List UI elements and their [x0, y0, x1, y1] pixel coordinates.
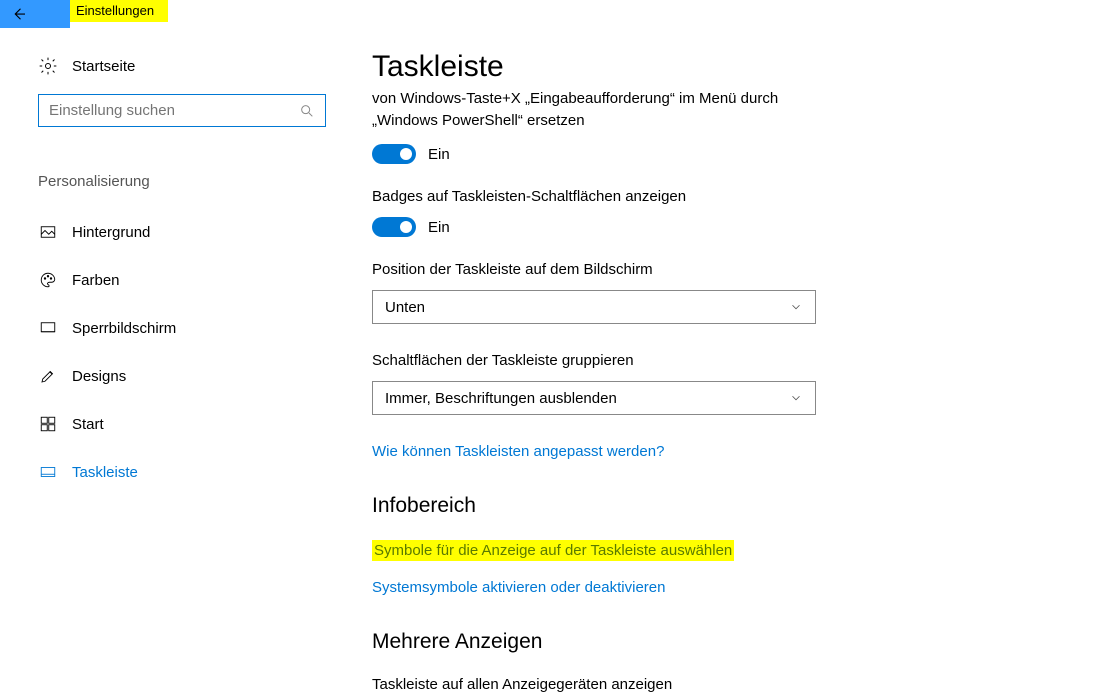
- sidebar-item-sperrbildschirm[interactable]: Sperrbildschirm: [0, 304, 340, 352]
- picture-icon: [38, 222, 58, 242]
- settings-title: Einstellungen: [70, 0, 168, 22]
- grouping-label: Schaltflächen der Taskleiste gruppieren: [372, 352, 1102, 369]
- dropdown-value: Unten: [385, 299, 425, 316]
- badges-label: Badges auf Taskleisten-Schaltflächen anz…: [372, 188, 1102, 205]
- back-button[interactable]: [0, 0, 70, 28]
- position-dropdown[interactable]: Unten: [372, 290, 816, 324]
- customize-link[interactable]: Wie können Taskleisten angepasst werden?: [372, 443, 664, 460]
- sidebar-item-designs[interactable]: Designs: [0, 352, 340, 400]
- powershell-toggle[interactable]: [372, 144, 416, 164]
- sidebar-item-label: Taskleiste: [72, 464, 138, 481]
- dropdown-value: Immer, Beschriftungen ausblenden: [385, 390, 617, 407]
- grouping-dropdown[interactable]: Immer, Beschriftungen ausblenden: [372, 381, 816, 415]
- sidebar-item-label: Farben: [72, 272, 120, 289]
- sidebar-item-label: Designs: [72, 368, 126, 385]
- multi-display-label: Taskleiste auf allen Anzeigegeräten anze…: [372, 676, 1102, 692]
- sidebar-item-label: Sperrbildschirm: [72, 320, 176, 337]
- sidebar-item-hintergrund[interactable]: Hintergrund: [0, 208, 340, 256]
- badges-toggle[interactable]: [372, 217, 416, 237]
- search-icon: [299, 103, 315, 119]
- chevron-down-icon: [789, 300, 803, 314]
- chevron-down-icon: [789, 391, 803, 405]
- symbols-link[interactable]: Symbole für die Anzeige auf der Taskleis…: [372, 540, 734, 561]
- powershell-option-text: von Windows-Taste+X „Eingabeaufforderung…: [372, 88, 1102, 132]
- toggle-state-label: Ein: [428, 219, 450, 236]
- sidebar-home[interactable]: Startseite: [38, 56, 340, 76]
- page-title: Taskleiste: [372, 50, 1102, 84]
- arrow-left-icon: [10, 5, 28, 23]
- palette-icon: [38, 270, 58, 290]
- sidebar-category: Personalisierung: [38, 173, 340, 190]
- mehrere-anzeigen-title: Mehrere Anzeigen: [372, 630, 1102, 654]
- sidebar-item-taskleiste[interactable]: Taskleiste: [0, 448, 340, 496]
- sidebar-item-start[interactable]: Start: [0, 400, 340, 448]
- search-field[interactable]: [49, 102, 291, 119]
- sidebar-home-label: Startseite: [72, 58, 135, 75]
- lockscreen-icon: [38, 318, 58, 338]
- taskbar-icon: [38, 462, 58, 482]
- position-label: Position der Taskleiste auf dem Bildschi…: [372, 261, 1102, 278]
- sidebar-item-label: Hintergrund: [72, 224, 150, 241]
- infobereich-title: Infobereich: [372, 494, 1102, 518]
- start-icon: [38, 414, 58, 434]
- brush-icon: [38, 366, 58, 386]
- sidebar-item-label: Start: [72, 416, 104, 433]
- search-input[interactable]: [38, 94, 326, 127]
- toggle-state-label: Ein: [428, 146, 450, 163]
- gear-icon: [38, 56, 58, 76]
- sidebar-item-farben[interactable]: Farben: [0, 256, 340, 304]
- system-symbols-link[interactable]: Systemsymbole aktivieren oder deaktivier…: [372, 579, 665, 596]
